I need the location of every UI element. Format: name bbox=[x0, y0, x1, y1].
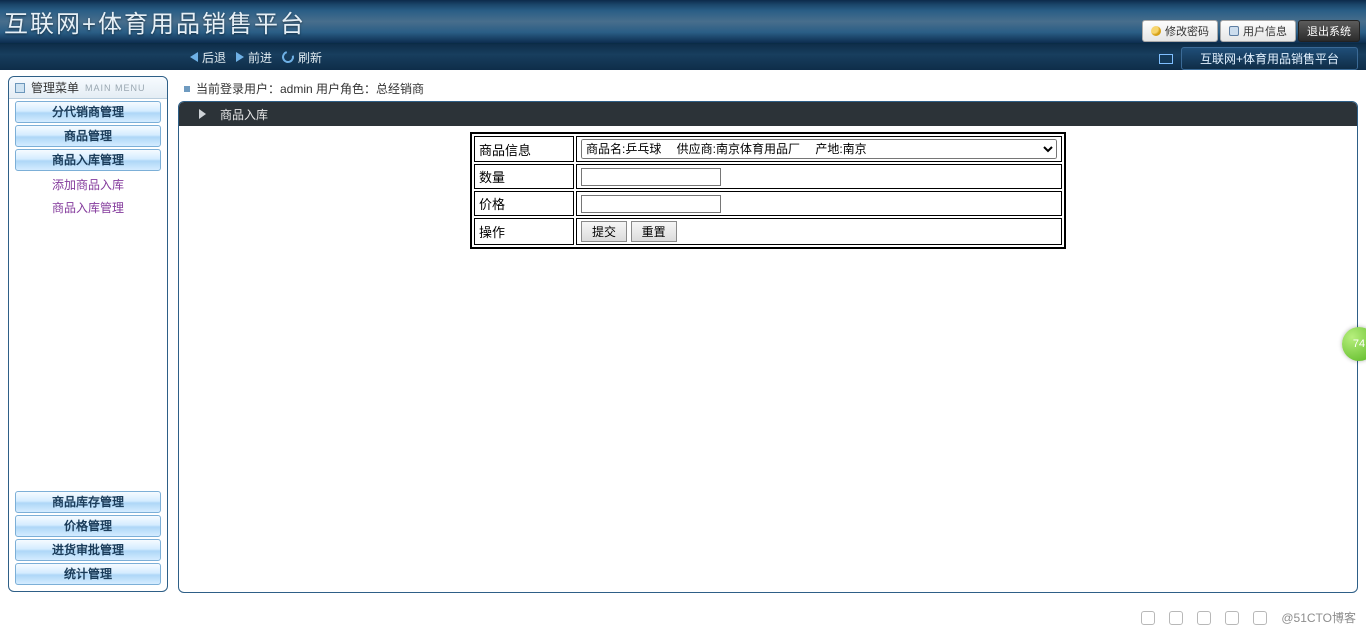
table-row: 数量 bbox=[474, 164, 1062, 189]
sidebar-item-label: 商品入库管理 bbox=[52, 153, 124, 167]
price-input[interactable] bbox=[581, 195, 721, 213]
sidebar-item-inventory[interactable]: 商品库存管理 bbox=[15, 491, 161, 513]
sidebar-item-distributor[interactable]: 分代销商管理 bbox=[15, 101, 161, 123]
badge-count: 74 bbox=[1353, 338, 1365, 350]
footer-icon-1[interactable] bbox=[1141, 611, 1155, 625]
content-panel: 商品入库 商品信息 商品名:乒乓球 供应商:南京体育用品厂 产地:南京 数量 bbox=[178, 101, 1358, 593]
sidebar-item-label: 商品管理 bbox=[64, 129, 112, 143]
sidebar-bottom: 商品库存管理 价格管理 进货审批管理 统计管理 bbox=[9, 489, 167, 587]
sublink-manage-stockin[interactable]: 商品入库管理 bbox=[9, 196, 167, 219]
logout-label: 退出系统 bbox=[1307, 23, 1351, 39]
user-info-button[interactable]: 用户信息 bbox=[1220, 20, 1296, 42]
user-icon bbox=[1229, 26, 1239, 36]
price-label: 价格 bbox=[474, 191, 574, 216]
nav-app-link[interactable]: 互联网+体育用品销售平台 bbox=[1181, 47, 1358, 70]
status-line: 当前登录用户：admin 用户角色：总经销商 bbox=[178, 76, 1358, 101]
menu-icon bbox=[15, 83, 25, 93]
product-select[interactable]: 商品名:乒乓球 供应商:南京体育用品厂 产地:南京 bbox=[581, 139, 1057, 159]
product-cell: 商品名:乒乓球 供应商:南京体育用品厂 产地:南京 bbox=[576, 136, 1062, 162]
nav-back-label: 后退 bbox=[202, 49, 226, 66]
nav-forward-button[interactable]: 前进 bbox=[236, 49, 272, 66]
footer-icon-4[interactable] bbox=[1225, 611, 1239, 625]
nav-back-button[interactable]: 后退 bbox=[190, 49, 226, 66]
app-header: 互联网+体育用品销售平台 修改密码 用户信息 退出系统 bbox=[0, 0, 1366, 44]
refresh-icon bbox=[280, 49, 296, 65]
content-title: 商品入库 bbox=[220, 106, 268, 123]
main-area: 当前登录用户：admin 用户角色：总经销商 商品入库 商品信息 商品名:乒乓球… bbox=[178, 76, 1358, 592]
arrow-right-icon bbox=[236, 52, 244, 62]
nav-right: 互联网+体育用品销售平台 bbox=[1159, 47, 1358, 70]
key-icon bbox=[1151, 26, 1161, 36]
arrow-left-icon bbox=[190, 52, 198, 62]
reset-button[interactable]: 重置 bbox=[631, 221, 677, 242]
user-info-label: 用户信息 bbox=[1243, 23, 1287, 39]
sidebar-item-label: 分代销商管理 bbox=[52, 105, 124, 119]
dot-icon bbox=[184, 86, 190, 92]
sidebar-item-label: 价格管理 bbox=[64, 519, 112, 533]
sidebar: 管理菜单 MAIN MENU 分代销商管理 商品管理 商品入库管理 添加商品入库… bbox=[8, 76, 168, 592]
content-body: 商品信息 商品名:乒乓球 供应商:南京体育用品厂 产地:南京 数量 价格 bbox=[179, 126, 1357, 249]
footer: @51CTO博客 bbox=[1141, 609, 1356, 626]
action-cell: 提交 重置 bbox=[576, 218, 1062, 245]
sidebar-subtitle: MAIN MENU bbox=[85, 83, 146, 93]
sidebar-title: 管理菜单 bbox=[31, 79, 79, 96]
qty-input[interactable] bbox=[581, 168, 721, 186]
header-actions: 修改密码 用户信息 退出系统 bbox=[1142, 20, 1360, 42]
sidebar-item-label: 商品库存管理 bbox=[52, 495, 124, 509]
qty-cell bbox=[576, 164, 1062, 189]
nav-app-link-label: 互联网+体育用品销售平台 bbox=[1200, 52, 1339, 66]
nav-forward-label: 前进 bbox=[248, 49, 272, 66]
watermark-text: @51CTO博客 bbox=[1281, 609, 1356, 626]
sublink-add-stockin[interactable]: 添加商品入库 bbox=[9, 173, 167, 196]
sidebar-item-product[interactable]: 商品管理 bbox=[15, 125, 161, 147]
qty-label: 数量 bbox=[474, 164, 574, 189]
logout-button[interactable]: 退出系统 bbox=[1298, 20, 1360, 42]
content-header: 商品入库 bbox=[179, 102, 1357, 126]
table-row: 商品信息 商品名:乒乓球 供应商:南京体育用品厂 产地:南京 bbox=[474, 136, 1062, 162]
footer-icon-5[interactable] bbox=[1253, 611, 1267, 625]
sidebar-item-stockin[interactable]: 商品入库管理 bbox=[15, 149, 161, 171]
monitor-icon bbox=[1159, 54, 1173, 64]
sidebar-item-price[interactable]: 价格管理 bbox=[15, 515, 161, 537]
action-label: 操作 bbox=[474, 218, 574, 245]
sidebar-header: 管理菜单 MAIN MENU bbox=[9, 77, 167, 99]
price-cell bbox=[576, 191, 1062, 216]
workspace: 管理菜单 MAIN MENU 分代销商管理 商品管理 商品入库管理 添加商品入库… bbox=[0, 70, 1366, 600]
footer-icon-3[interactable] bbox=[1197, 611, 1211, 625]
app-title: 互联网+体育用品销售平台 bbox=[4, 4, 306, 39]
play-icon bbox=[199, 109, 206, 119]
sidebar-item-label: 进货审批管理 bbox=[52, 543, 124, 557]
nav-refresh-label: 刷新 bbox=[298, 49, 322, 66]
nav-bar: 后退 前进 刷新 互联网+体育用品销售平台 bbox=[0, 44, 1366, 70]
table-row: 操作 提交 重置 bbox=[474, 218, 1062, 245]
change-password-label: 修改密码 bbox=[1165, 23, 1209, 39]
login-status-text: 当前登录用户：admin 用户角色：总经销商 bbox=[196, 80, 424, 97]
table-row: 价格 bbox=[474, 191, 1062, 216]
submit-button[interactable]: 提交 bbox=[581, 221, 627, 242]
footer-icon-2[interactable] bbox=[1169, 611, 1183, 625]
sidebar-item-approval[interactable]: 进货审批管理 bbox=[15, 539, 161, 561]
change-password-button[interactable]: 修改密码 bbox=[1142, 20, 1218, 42]
nav-refresh-button[interactable]: 刷新 bbox=[282, 49, 322, 66]
stockin-form-table: 商品信息 商品名:乒乓球 供应商:南京体育用品厂 产地:南京 数量 价格 bbox=[470, 132, 1066, 249]
sidebar-item-label: 统计管理 bbox=[64, 567, 112, 581]
product-label: 商品信息 bbox=[474, 136, 574, 162]
sidebar-item-stats[interactable]: 统计管理 bbox=[15, 563, 161, 585]
